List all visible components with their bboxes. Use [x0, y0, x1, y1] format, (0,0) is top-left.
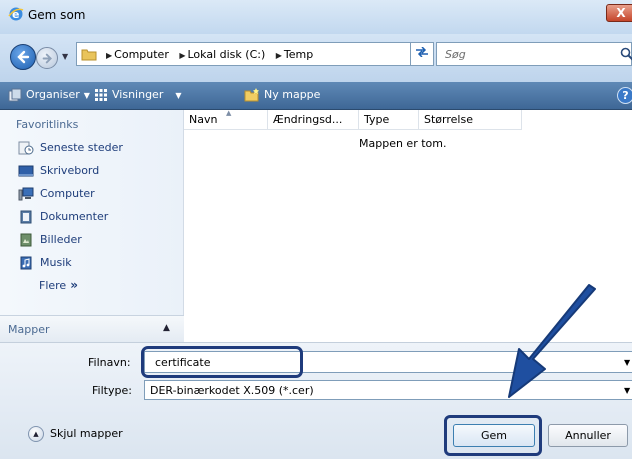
sidebar-item-label: Skrivebord — [40, 164, 100, 177]
navigation-pane: Favoritlinks Seneste steder Skrivebord C… — [0, 110, 184, 342]
organize-menu[interactable]: Organiser ▼ — [8, 88, 90, 102]
column-header-label: Ændringsd... — [273, 113, 343, 126]
views-icon — [95, 89, 107, 101]
new-folder-button[interactable]: Ny mappe — [244, 88, 320, 102]
help-icon[interactable]: ? — [617, 87, 632, 104]
refresh-icon — [416, 46, 428, 58]
recent-places-icon — [18, 141, 34, 155]
column-header-label: Type — [364, 113, 390, 126]
organize-label: Organiser — [26, 88, 80, 101]
computer-icon — [18, 187, 34, 201]
breadcrumb-item[interactable]: Lokal disk (C:) — [188, 48, 266, 61]
sidebar-more-label: Flere — [39, 279, 67, 292]
column-header-label: Størrelse — [424, 113, 473, 126]
column-header-type[interactable]: Type — [359, 110, 419, 130]
favorites-header: Favoritlinks — [16, 118, 79, 131]
refresh-button[interactable] — [410, 42, 434, 66]
views-label: Visninger — [112, 88, 164, 101]
empty-folder-message: Mappen er tom. — [359, 137, 447, 150]
sidebar-item-label: Seneste steder — [40, 141, 123, 154]
music-icon — [20, 256, 32, 270]
cancel-button[interactable]: Annuller — [548, 424, 628, 447]
double-chevron-icon: » — [70, 278, 78, 292]
back-arrow-icon — [17, 50, 30, 64]
command-bar: Organiser ▼ Visninger ▼ Ny mappe ? — [0, 82, 632, 110]
search-placeholder: Søg — [445, 48, 466, 61]
folders-toggle-bar[interactable]: Mapper ▲ — [0, 315, 184, 342]
sidebar-item-recent-places[interactable]: Seneste steder — [18, 141, 123, 159]
chevron-down-icon[interactable]: ▼ — [624, 358, 630, 367]
new-folder-label: Ny mappe — [264, 88, 321, 101]
hide-folders-label: Skjul mapper — [50, 427, 123, 440]
save-as-dialog: e Gem som X ▼ ▶ Computer ▶ Lokal disk (C:) — [0, 0, 632, 459]
sidebar-item-documents[interactable]: Dokumenter — [18, 210, 108, 228]
breadcrumb-separator-icon[interactable]: ▶ — [179, 51, 185, 60]
search-input[interactable]: Søg — [436, 42, 632, 66]
address-row: ▼ ▶Computer ▶Lokal disk (C:) ▶Temp ▼ Søg — [0, 34, 632, 82]
sidebar-item-label: Computer — [40, 187, 95, 200]
sidebar-more-link[interactable]: Flere» — [39, 278, 78, 292]
documents-icon — [20, 210, 32, 224]
hide-folders-button[interactable]: ▲ Skjul mapper — [28, 426, 123, 442]
history-dropdown-icon[interactable]: ▼ — [62, 52, 68, 61]
sidebar-item-desktop[interactable]: Skrivebord — [18, 164, 99, 182]
chevron-down-icon: ▼ — [175, 91, 182, 100]
folders-label: Mapper — [8, 323, 50, 336]
chevron-down-icon: ▼ — [83, 91, 90, 100]
pictures-icon — [20, 233, 32, 247]
close-button[interactable]: X — [606, 4, 632, 22]
column-header-label: Navn — [189, 113, 218, 126]
filename-highlight — [141, 346, 303, 378]
sort-ascending-icon: ▲ — [226, 109, 232, 117]
filetype-value: DER-binærkodet X.509 (*.cer) — [150, 384, 314, 397]
chevron-up-circle-icon: ▲ — [28, 426, 44, 442]
breadcrumb: ▶ Computer ▶ Lokal disk (C:) ▶ Temp — [101, 48, 315, 61]
internet-explorer-icon: e — [8, 7, 24, 21]
new-folder-icon — [244, 88, 259, 102]
filename-label: Filnavn: — [88, 356, 131, 369]
column-header-name[interactable]: ▲ Navn — [184, 109, 268, 130]
column-header-size[interactable]: Størrelse — [419, 110, 522, 130]
back-button[interactable] — [10, 44, 36, 70]
organize-icon — [8, 88, 22, 102]
search-icon[interactable] — [620, 47, 632, 61]
breadcrumb-separator-icon[interactable]: ▶ — [276, 51, 282, 60]
forward-button[interactable] — [36, 47, 58, 69]
column-header-date[interactable]: Ændringsd... — [268, 110, 359, 130]
window-title: Gem som — [28, 8, 86, 22]
chevron-down-icon[interactable]: ▼ — [624, 386, 630, 395]
sidebar-item-label: Musik — [40, 256, 72, 269]
sidebar-item-computer[interactable]: Computer — [18, 187, 95, 205]
breadcrumb-separator-icon[interactable]: ▶ — [106, 51, 112, 60]
forward-arrow-icon — [42, 53, 52, 64]
views-menu[interactable]: Visninger ▼ — [94, 88, 182, 102]
save-highlight — [444, 415, 542, 456]
breadcrumb-item[interactable]: Computer — [114, 48, 169, 61]
sidebar-item-label: Billeder — [40, 233, 82, 246]
folder-icon — [81, 49, 97, 61]
pointer-arrow-icon — [508, 284, 596, 398]
sidebar-item-music[interactable]: Musik — [18, 256, 72, 274]
chevron-up-icon[interactable]: ▲ — [163, 323, 170, 333]
sidebar-item-pictures[interactable]: Billeder — [18, 233, 82, 251]
address-bar[interactable]: ▶Computer ▶Lokal disk (C:) ▶Temp ▼ — [76, 42, 432, 66]
sidebar-item-label: Dokumenter — [40, 210, 109, 223]
desktop-icon — [18, 165, 34, 177]
filetype-label: Filtype: — [92, 384, 132, 397]
breadcrumb-item[interactable]: Temp — [284, 48, 313, 61]
title-bar: e Gem som X — [0, 0, 632, 34]
